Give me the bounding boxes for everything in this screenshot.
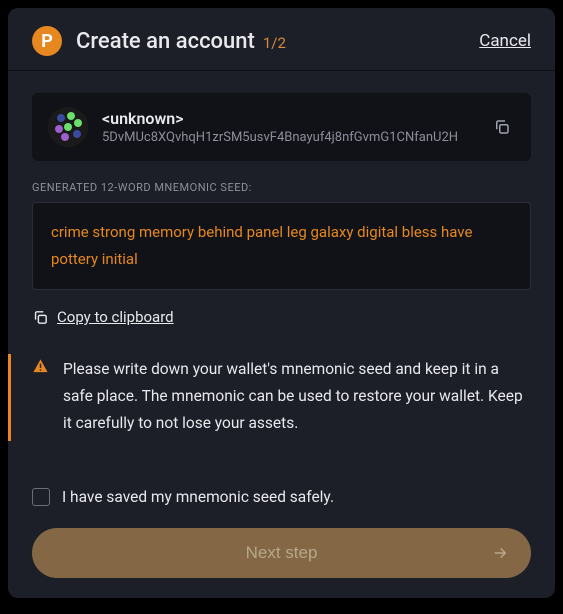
- warning-icon: [32, 358, 49, 437]
- seed-section-label: GENERATED 12-WORD MNEMONIC SEED:: [32, 181, 531, 194]
- title-text: Create an account: [76, 29, 255, 54]
- copy-to-clipboard-button[interactable]: Copy to clipboard: [32, 308, 531, 326]
- content: <unknown> 5DvMUc8XQvhqH1zrSM5usvF4Bnayuf…: [8, 71, 555, 598]
- page-title: Create an account 1/2: [76, 29, 286, 54]
- checkbox-label: I have saved my mnemonic seed safely.: [62, 488, 334, 506]
- account-info: <unknown> 5DvMUc8XQvhqH1zrSM5usvF4Bnayuf…: [102, 109, 475, 145]
- next-step-button[interactable]: Next step: [32, 528, 531, 578]
- spacer: [32, 441, 531, 468]
- warning-banner: Please write down your wallet's mnemonic…: [8, 354, 531, 441]
- warning-text: Please write down your wallet's mnemonic…: [63, 356, 531, 437]
- copy-icon: [32, 309, 49, 326]
- create-account-window: P Create an account 1/2 Cancel: [8, 8, 555, 598]
- next-step-label: Next step: [246, 543, 318, 563]
- step-indicator: 1/2: [263, 34, 286, 52]
- mnemonic-seed-box: crime strong memory behind panel leg gal…: [32, 202, 531, 290]
- identicon-icon: [48, 107, 88, 147]
- header: P Create an account 1/2 Cancel: [8, 8, 555, 70]
- account-name: <unknown>: [102, 109, 475, 128]
- account-address: 5DvMUc8XQvhqH1zrSM5usvF4Bnayuf4j8nfGvmG1…: [102, 130, 475, 145]
- app-logo-icon: P: [32, 26, 62, 56]
- copy-clipboard-label: Copy to clipboard: [57, 308, 174, 326]
- copy-icon: [493, 118, 511, 136]
- checkbox-icon: [32, 488, 50, 506]
- account-card: <unknown> 5DvMUc8XQvhqH1zrSM5usvF4Bnayuf…: [32, 93, 531, 161]
- arrow-right-icon: [491, 544, 509, 562]
- cancel-link[interactable]: Cancel: [479, 31, 531, 51]
- copy-address-button[interactable]: [489, 114, 515, 140]
- seed-saved-checkbox-row[interactable]: I have saved my mnemonic seed safely.: [32, 488, 531, 506]
